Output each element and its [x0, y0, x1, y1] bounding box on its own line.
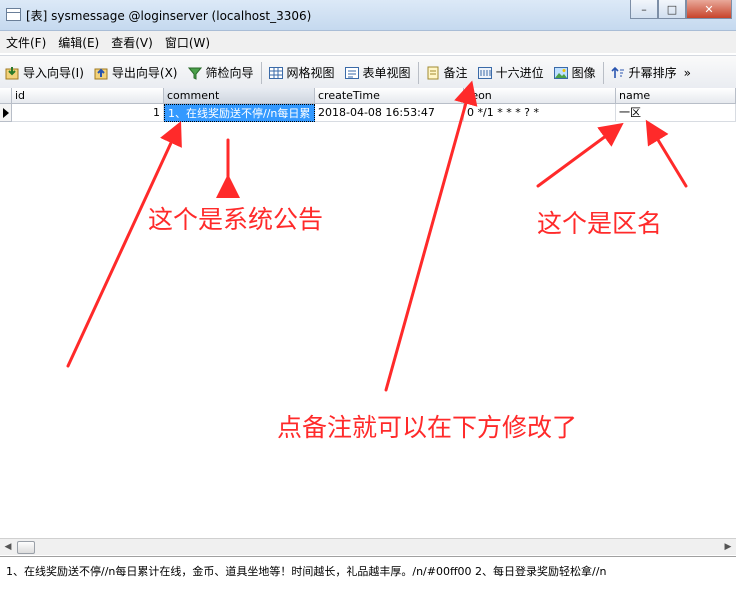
close-button[interactable]: ✕: [686, 0, 732, 19]
annotation-comment: 这个是系统公告: [148, 205, 324, 234]
data-grid: id comment createTime teon name 1 1、在线奖励…: [0, 88, 736, 538]
column-header-id[interactable]: id: [12, 88, 164, 104]
image-icon: [553, 66, 568, 80]
title-bar: [表] sysmessage @loginserver (localhost_3…: [0, 0, 736, 31]
filter-label: 筛检向导: [205, 66, 254, 80]
menu-edit[interactable]: 编辑(E): [52, 34, 105, 51]
menu-view[interactable]: 查看(V): [105, 34, 159, 51]
column-header-name[interactable]: name: [616, 88, 736, 104]
sort-label: 升幂排序: [628, 66, 677, 80]
sort-ascending-button[interactable]: 升幂排序: [606, 60, 682, 86]
maximize-button[interactable]: □: [658, 0, 686, 19]
window-controls: – □ ✕: [630, 0, 732, 20]
memo-icon: [426, 66, 440, 80]
toolbar-separator: [417, 61, 419, 84]
row-indicator[interactable]: [0, 104, 12, 122]
row-header-corner: [0, 88, 12, 104]
close-icon: ✕: [704, 2, 714, 16]
minimize-button[interactable]: –: [630, 0, 658, 19]
export-label: 导出向导(X): [111, 66, 178, 80]
toolbar-separator: [602, 61, 604, 84]
scroll-right-icon[interactable]: ▶: [720, 539, 736, 555]
annotation-name: 这个是区名: [537, 209, 663, 238]
hex-label: 十六进位: [495, 66, 544, 80]
image-button[interactable]: 图像: [549, 60, 601, 86]
table-icon: [6, 8, 21, 21]
column-header-createtime[interactable]: createTime: [315, 88, 464, 104]
menu-window[interactable]: 窗口(W): [159, 34, 216, 51]
import-wizard-button[interactable]: 导入向导(I): [0, 60, 89, 86]
annotation-memo: 点备注就可以在下方修改了: [277, 413, 578, 442]
hex-icon: [477, 66, 492, 80]
menu-file[interactable]: 文件(F): [0, 34, 52, 51]
cell-comment[interactable]: 1、在线奖励送不停//n每日累: [164, 104, 315, 122]
grid-view-label: 网格视图: [286, 66, 335, 80]
memo-button[interactable]: 备注: [421, 60, 473, 86]
cell-teon[interactable]: 0 */1 * * * ? *: [464, 104, 616, 122]
scroll-left-icon[interactable]: ◀: [0, 539, 16, 555]
filter-icon: [187, 66, 202, 80]
image-label: 图像: [571, 66, 596, 80]
cell-name[interactable]: 一区: [616, 104, 736, 122]
window-title: [表] sysmessage @loginserver (localhost_3…: [26, 9, 312, 23]
chevron-right-icon: »: [683, 65, 691, 80]
grid-view-button[interactable]: 网格视图: [264, 60, 340, 86]
sort-ascending-icon: [611, 66, 625, 80]
scroll-thumb[interactable]: [17, 541, 35, 554]
menu-bar: 文件(F) 编辑(E) 查看(V) 窗口(W): [0, 31, 736, 53]
toolbar-overflow-button[interactable]: »: [682, 60, 693, 86]
toolbar: 导入向导(I) 导出向导(X) 筛检向导 网格视图 表单视图 备注 十六进位 图…: [0, 55, 736, 90]
import-label: 导入向导(I): [23, 66, 84, 80]
memo-label: 备注: [443, 66, 468, 80]
column-header-comment[interactable]: comment: [164, 88, 315, 104]
hex-button[interactable]: 十六进位: [473, 60, 549, 86]
filter-wizard-button[interactable]: 筛检向导: [183, 60, 259, 86]
memo-editor[interactable]: 1、在线奖励送不停//n每日累计在线，金币、道具坐地等！时间越长，礼品越丰厚。/…: [0, 556, 736, 591]
cell-id[interactable]: 1: [12, 104, 164, 122]
form-view-button[interactable]: 表单视图: [340, 60, 416, 86]
export-icon: [94, 66, 108, 80]
column-header-teon[interactable]: teon: [464, 88, 616, 104]
maximize-icon: □: [666, 2, 678, 16]
minimize-icon: –: [641, 2, 647, 16]
export-wizard-button[interactable]: 导出向导(X): [89, 60, 183, 86]
import-icon: [5, 66, 19, 80]
grid-view-icon: [268, 66, 283, 80]
form-view-label: 表单视图: [362, 66, 411, 80]
form-view-icon: [344, 66, 359, 80]
horizontal-scrollbar[interactable]: ◀ ▶: [0, 538, 736, 555]
toolbar-separator: [260, 61, 262, 84]
cell-createtime[interactable]: 2018-04-08 16:53:47: [315, 104, 464, 122]
